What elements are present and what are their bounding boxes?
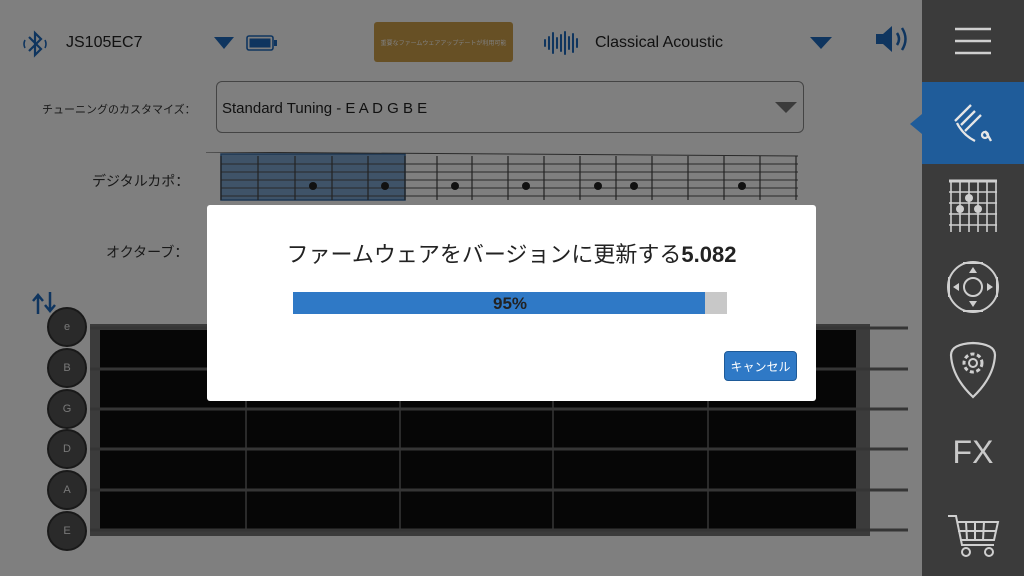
capo-fretboard[interactable]: [206, 152, 804, 202]
sidebar-item-chords[interactable]: [922, 168, 1024, 244]
progress-percent: 95%: [492, 294, 528, 313]
active-indicator: [910, 114, 922, 134]
octave-label: オクターブ：: [106, 244, 189, 260]
string-button[interactable]: B: [47, 347, 87, 388]
sound-wave-icon: [544, 31, 578, 55]
battery-icon: [246, 35, 277, 51]
capo-label: デジタルカポ：: [92, 173, 190, 189]
sidebar-item-fx[interactable]: FX: [922, 412, 1024, 492]
sidebar: FX: [922, 0, 1024, 576]
tuning-label: チューニングのカスタマイズ：: [42, 104, 196, 116]
volume-icon[interactable]: [874, 22, 914, 56]
string-button[interactable]: e: [47, 307, 87, 347]
cancel-button[interactable]: キャンセル: [724, 351, 797, 381]
tuner-icon: [954, 104, 993, 143]
tuning-value: Standard Tuning - E A D G B E: [222, 100, 428, 117]
string-button[interactable]: E: [47, 510, 87, 551]
string-button[interactable]: A: [47, 470, 87, 511]
dialog-title: ファームウェアをバージョンに更新する5.082: [207, 237, 816, 269]
string-button[interactable]: D: [47, 429, 87, 470]
pick-gear-icon: [949, 341, 997, 399]
sidebar-item-shop[interactable]: [922, 496, 1024, 576]
device-name: JS105EC7: [66, 34, 143, 51]
sidebar-item-tuner[interactable]: [922, 82, 1024, 164]
firmware-update-badge[interactable]: 重要なファームウェアアップデートが利用可能: [374, 22, 513, 62]
string-buttons: eBGDAE: [47, 307, 89, 552]
chord-chart-icon: [949, 179, 997, 232]
string-button[interactable]: G: [47, 388, 87, 429]
voice-dropdown-icon[interactable]: [810, 36, 832, 50]
device-dropdown-icon[interactable]: [214, 36, 234, 50]
firmware-version: 5.082: [681, 242, 737, 267]
tuning-select[interactable]: Standard Tuning - E A D G B E: [216, 81, 804, 133]
menu-button[interactable]: [922, 0, 1024, 82]
hamburger-icon: [955, 27, 991, 55]
firmware-update-dialog: ファームウェアをバージョンに更新する5.082 95% キャンセル: [207, 205, 816, 401]
sidebar-item-controller[interactable]: [922, 246, 1024, 328]
bluetooth-icon[interactable]: [22, 28, 48, 60]
chevron-down-icon: [775, 102, 797, 113]
progress-bar: 95%: [293, 292, 727, 314]
voice-name: Classical Acoustic: [595, 34, 724, 51]
sidebar-item-settings[interactable]: [922, 330, 1024, 410]
shopping-cart-icon: [948, 515, 1000, 557]
dialog-title-text: ファームウェアをバージョンに更新する: [286, 242, 682, 267]
dpad-icon: [947, 261, 999, 313]
